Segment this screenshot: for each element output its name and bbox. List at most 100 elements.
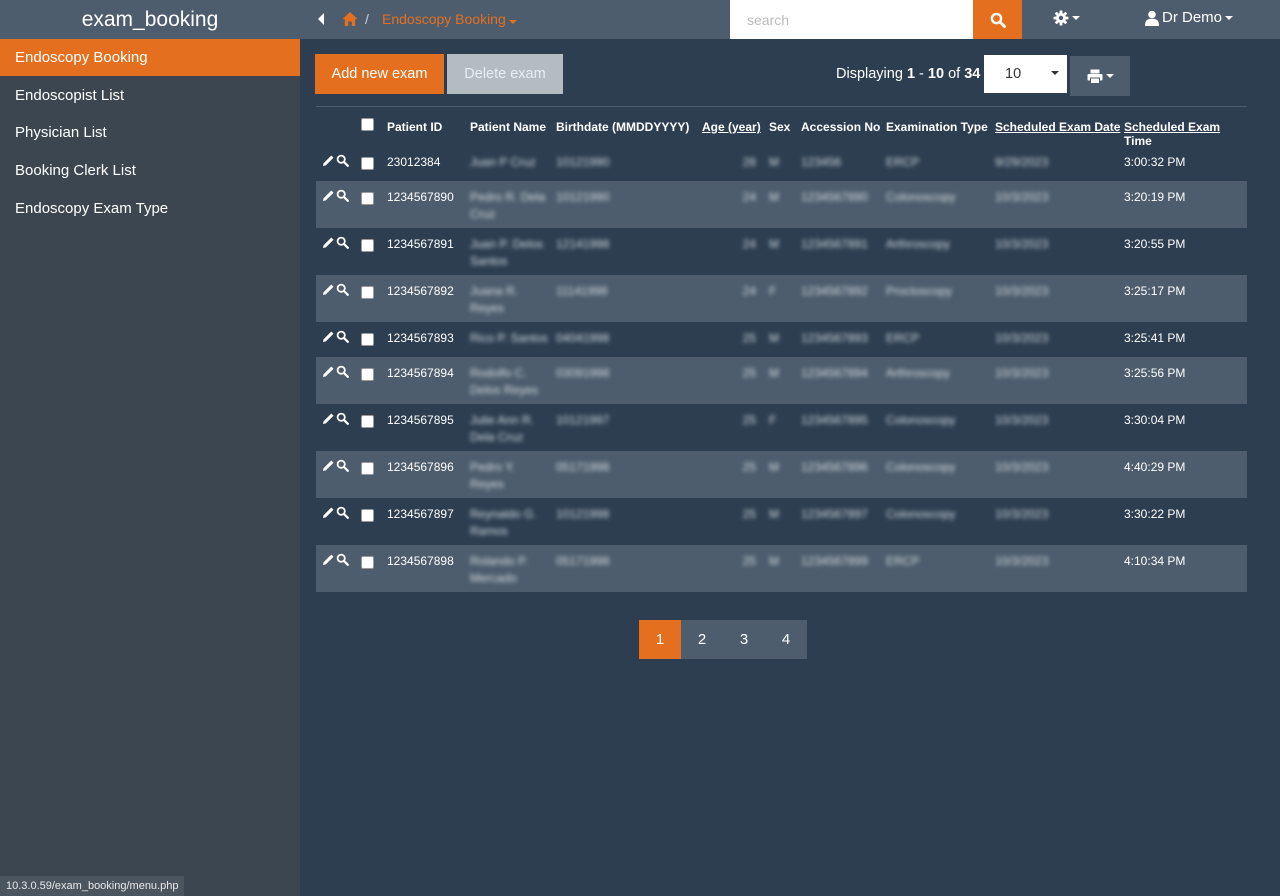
cell-scheduled-date: 10/3/2023 bbox=[995, 366, 1049, 380]
home-icon[interactable] bbox=[342, 11, 358, 27]
cell-patient-id: 1234567894 bbox=[387, 366, 454, 380]
magnifier-icon[interactable] bbox=[336, 330, 349, 343]
page-2-button[interactable]: 2 bbox=[681, 620, 723, 659]
pencil-icon[interactable] bbox=[322, 459, 335, 472]
user-name: Dr Demo bbox=[1162, 9, 1223, 26]
table-row[interactable]: 1234567891 Juan P. Delos Santos 12141998 24… bbox=[316, 228, 1247, 275]
pencil-icon[interactable] bbox=[322, 553, 335, 566]
table-row[interactable]: 1234567890 Pedro R. Dela Cruz 10121990 24 M 1… bbox=[316, 181, 1247, 228]
page-4-button[interactable]: 4 bbox=[765, 620, 807, 659]
row-actions bbox=[322, 365, 349, 378]
cell-patient-id: 23012384 bbox=[387, 155, 441, 169]
print-button[interactable] bbox=[1070, 56, 1130, 96]
app-title[interactable]: exam_booking bbox=[0, 0, 300, 39]
sidebar-item-endoscopy-exam-type[interactable]: Endoscopy Exam Type bbox=[0, 190, 300, 227]
row-checkbox[interactable] bbox=[361, 239, 374, 252]
table-row[interactable]: 23012384 Juan P Cruz 10121990 28 M 123456 ERCP… bbox=[316, 146, 1247, 181]
pencil-icon[interactable] bbox=[322, 506, 335, 519]
add-exam-button[interactable]: Add new exam bbox=[315, 54, 444, 94]
cell-birthdate: 10121990 bbox=[556, 155, 610, 169]
row-checkbox[interactable] bbox=[361, 286, 374, 299]
cell-scheduled-time: 3:25:17 PM bbox=[1124, 284, 1186, 298]
cell-scheduled-time: 4:10:34 PM bbox=[1124, 554, 1186, 568]
magnifier-icon[interactable] bbox=[336, 283, 349, 296]
row-checkbox[interactable] bbox=[361, 368, 374, 381]
cell-scheduled-time: 4:40:29 PM bbox=[1124, 460, 1186, 474]
cell-age: 25 bbox=[742, 507, 756, 521]
cell-birthdate: 05171998 bbox=[556, 554, 610, 568]
search-button[interactable] bbox=[973, 0, 1022, 39]
print-icon bbox=[1087, 69, 1102, 84]
cell-sex: M bbox=[769, 237, 779, 251]
magnifier-icon[interactable] bbox=[336, 459, 349, 472]
header-scheduled-time[interactable]: Scheduled Exam Time bbox=[1124, 120, 1247, 148]
cell-patient-name: Juana R. Reyes bbox=[470, 284, 519, 315]
pencil-icon[interactable] bbox=[322, 365, 335, 378]
magnifier-icon[interactable] bbox=[336, 154, 349, 167]
pencil-icon[interactable] bbox=[322, 283, 335, 296]
row-checkbox[interactable] bbox=[361, 509, 374, 522]
settings-dropdown[interactable] bbox=[1053, 10, 1080, 26]
cell-accession: 123456 bbox=[801, 155, 842, 169]
magnifier-icon[interactable] bbox=[336, 506, 349, 519]
table-row[interactable]: 1234567898 Rolando P. Mercado 05171998 25 M 1… bbox=[316, 545, 1247, 592]
cell-sex: M bbox=[769, 190, 779, 204]
table-row[interactable]: 1234567897 Reynaldo G. Ramos 10121998 25 M 12… bbox=[316, 498, 1247, 545]
pencil-icon[interactable] bbox=[322, 154, 335, 167]
cell-scheduled-time: 3:30:04 PM bbox=[1124, 413, 1186, 427]
page-1-button[interactable]: 1 bbox=[639, 620, 681, 659]
magnifier-icon[interactable] bbox=[336, 236, 349, 249]
breadcrumb-current[interactable]: Endoscopy Booking bbox=[382, 11, 517, 27]
user-menu[interactable]: Dr Demo bbox=[1145, 9, 1234, 26]
page-3-button[interactable]: 3 bbox=[723, 620, 765, 659]
per-page-select[interactable]: 10 bbox=[984, 55, 1067, 93]
magnifier-icon[interactable] bbox=[336, 365, 349, 378]
cell-birthdate: 04041998 bbox=[556, 331, 610, 345]
pencil-icon[interactable] bbox=[322, 412, 335, 425]
table-row[interactable]: 1234567893 Rico P. Santos 04041998 25 M 12345… bbox=[316, 322, 1247, 357]
row-checkbox[interactable] bbox=[361, 157, 374, 170]
cell-exam-type: Colonoscopy bbox=[886, 413, 956, 427]
header-patient-name: Patient Name bbox=[470, 120, 547, 134]
magnifier-icon[interactable] bbox=[336, 553, 349, 566]
header-scheduled-date[interactable]: Scheduled Exam Date bbox=[995, 120, 1120, 134]
sidebar-item-physician-list[interactable]: Physician List bbox=[0, 114, 300, 151]
total-count: 34 bbox=[964, 66, 981, 82]
magnifier-icon[interactable] bbox=[336, 189, 349, 202]
cell-birthdate: 12141998 bbox=[556, 237, 610, 251]
cell-patient-name: Rico P. Santos bbox=[470, 331, 548, 345]
row-checkbox[interactable] bbox=[361, 192, 374, 205]
pencil-icon[interactable] bbox=[322, 189, 335, 202]
table-row[interactable]: 1234567895 Julie Ann R. Dela Cruz 10121997… bbox=[316, 404, 1247, 451]
delete-exam-button[interactable]: Delete exam bbox=[447, 54, 563, 94]
magnifier-icon[interactable] bbox=[336, 412, 349, 425]
chevron-down-icon bbox=[1051, 71, 1059, 75]
search-input[interactable] bbox=[730, 0, 973, 39]
sidebar-item-endoscopist-list[interactable]: Endoscopist List bbox=[0, 77, 300, 114]
caret-left-icon[interactable] bbox=[318, 13, 324, 25]
pencil-icon[interactable] bbox=[322, 236, 335, 249]
table-row[interactable]: 1234567894 Rodolfo C. Delos Reyes 03091998… bbox=[316, 357, 1247, 404]
cell-sex: M bbox=[769, 331, 779, 345]
table-row[interactable]: 1234567892 Juana R. Reyes 11141998 24 F 12345… bbox=[316, 275, 1247, 322]
pencil-icon[interactable] bbox=[322, 330, 335, 343]
header-age[interactable]: Age (year) bbox=[702, 120, 761, 134]
cell-exam-type: Colonoscopy bbox=[886, 190, 956, 204]
select-all-checkbox[interactable] bbox=[361, 118, 374, 131]
cell-scheduled-date: 10/3/2023 bbox=[995, 413, 1049, 427]
sidebar-item-booking-clerk-list[interactable]: Booking Clerk List bbox=[0, 152, 300, 189]
row-checkbox[interactable] bbox=[361, 415, 374, 428]
cell-exam-type: Colonoscopy bbox=[886, 507, 956, 521]
row-checkbox[interactable] bbox=[361, 333, 374, 346]
range-end: 10 bbox=[927, 66, 945, 82]
row-checkbox[interactable] bbox=[361, 462, 374, 475]
table-row[interactable]: 1234567896 Pedro Y. Reyes 05171998 25 M 12345… bbox=[316, 451, 1247, 498]
cell-patient-name: Rodolfo C. Delos Reyes bbox=[470, 366, 539, 397]
cell-patient-id: 1234567898 bbox=[387, 554, 454, 568]
cell-accession: 1234567891 bbox=[801, 237, 868, 251]
breadcrumb-current-label: Endoscopy Booking bbox=[382, 11, 506, 27]
cell-patient-id: 1234567896 bbox=[387, 460, 454, 474]
sidebar-item-endoscopy-booking[interactable]: Endoscopy Booking bbox=[0, 39, 300, 76]
row-checkbox[interactable] bbox=[361, 556, 374, 569]
cell-exam-type: ERCP bbox=[886, 155, 920, 169]
